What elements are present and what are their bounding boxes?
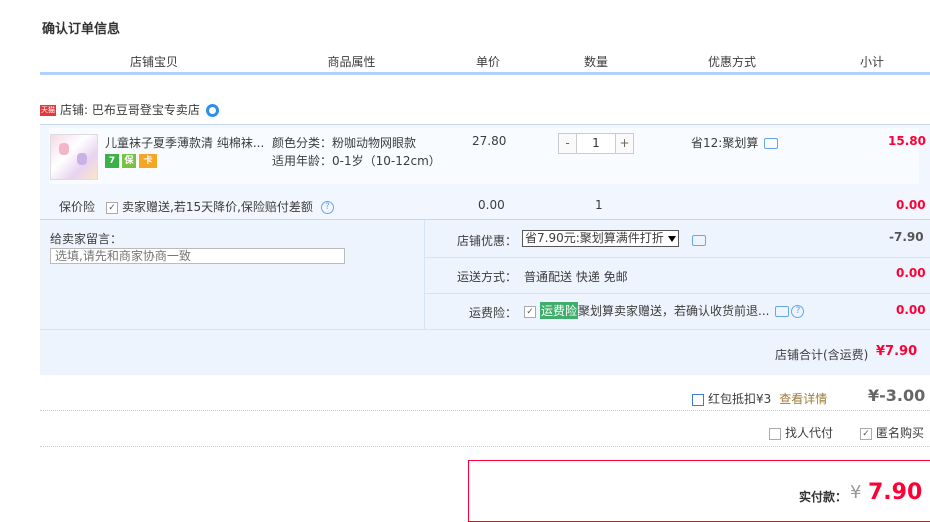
product-name[interactable]: 儿童袜子夏季薄款清 纯棉袜...	[105, 134, 264, 151]
hongbao-amount: ¥-3.00	[868, 386, 926, 405]
help-icon[interactable]: ?	[320, 201, 334, 214]
row-divider	[425, 257, 930, 258]
seven-day-return-icon: 7	[105, 153, 119, 168]
guarantee-icon: 保	[122, 153, 136, 168]
insurance-subtotal: 0.00	[896, 198, 926, 212]
divider	[40, 410, 930, 411]
insurance-label: 保价险	[59, 200, 96, 214]
page-title: 确认订单信息	[42, 22, 121, 37]
product-thumbnail[interactable]	[50, 134, 98, 180]
insurance-option: ✓ 卖家赠送,若15天降价,保险赔付差额?	[106, 198, 334, 215]
col-shop-item: 店铺宝贝	[40, 52, 269, 72]
help-icon[interactable]: ?	[791, 305, 805, 318]
dropdown-arrow-icon	[667, 235, 676, 242]
shipping-method: 普通配送 快递 免邮	[524, 270, 628, 284]
quantity-stepper: -1 +	[558, 133, 634, 154]
freight-insurance-option: ✓ 运费险聚划算卖家赠送，若确认收货前退...?	[524, 302, 805, 319]
unit-price: 27.80	[472, 134, 507, 148]
anonymous-option: ✓ 匿名购买	[860, 424, 924, 441]
panel-divider	[424, 220, 425, 330]
qty-input[interactable]: 1	[577, 133, 615, 154]
tmall-icon: 天猫	[40, 105, 56, 116]
product-attributes: 颜色分类：粉咖动物网眼款 适用年龄：0-1岁（10-12cm）	[272, 134, 441, 170]
hongbao-row: 红包抵扣¥3 查看详情	[692, 390, 827, 407]
message-label: 给卖家留言：	[50, 232, 123, 246]
freight-insurance-tag: 运费险	[540, 302, 579, 319]
divider	[40, 446, 930, 447]
message-input[interactable]	[50, 248, 345, 264]
header-divider	[40, 72, 930, 75]
shop-row: 天猫 店铺: 巴布豆哥登宝专卖店	[40, 100, 219, 120]
col-discount: 优惠方式	[651, 52, 814, 72]
insurance-qty: 1	[595, 198, 603, 212]
attr-color: 颜色分类：粉咖动物网眼款	[272, 136, 417, 150]
discount-label: 省12:聚划算	[691, 136, 759, 150]
shipping-amount: 0.00	[896, 266, 926, 280]
col-price: 单价	[435, 52, 542, 72]
payment-label: 实付款：	[799, 490, 848, 504]
shop-discount-selected: 省7.90元:聚划算满件打折	[525, 231, 664, 245]
shop-discount-select[interactable]: 省7.90元:聚划算满件打折	[522, 230, 679, 247]
freight-insurance-amount: 0.00	[896, 303, 926, 317]
insurance-checkbox[interactable]: ✓	[106, 201, 118, 214]
row-divider	[425, 293, 930, 294]
insurance-price: 0.00	[478, 198, 505, 212]
product-badges: 7保卡	[105, 153, 160, 168]
attr-age: 适用年龄：0-1岁（10-12cm）	[272, 154, 441, 168]
credit-card-icon: 卡	[139, 153, 157, 168]
hongbao-details-link[interactable]: 查看详情	[779, 392, 827, 406]
proxy-pay-checkbox[interactable]	[769, 427, 781, 440]
col-subtotal: 小计	[814, 52, 930, 72]
anonymous-label: 匿名购买	[876, 426, 925, 440]
currency-symbol: ¥	[850, 482, 862, 503]
col-quantity: 数量	[542, 52, 651, 72]
comment-icon[interactable]	[775, 306, 790, 317]
proxy-pay-option: 找人代付	[769, 424, 833, 441]
shop-total-amount: ¥7.90	[876, 344, 918, 359]
insurance-text: 卖家赠送,若15天降价,保险赔付差额	[122, 200, 313, 214]
comment-icon[interactable]	[764, 138, 779, 149]
shop-name[interactable]: 店铺: 巴布豆哥登宝专卖店	[60, 103, 200, 117]
freight-insurance-text: 聚划算卖家赠送，若确认收货前退...	[578, 304, 770, 318]
comment-icon[interactable]	[692, 235, 706, 246]
table-header: 店铺宝贝 商品属性 单价 数量 优惠方式 小计	[40, 52, 930, 72]
qty-plus-button[interactable]: +	[615, 133, 634, 154]
hongbao-label: 红包抵扣¥3	[708, 392, 772, 406]
shop-discount-label: 店铺优惠：	[457, 234, 518, 248]
shop-total-label: 店铺合计(含运费)	[775, 348, 869, 362]
qty-minus-button[interactable]: -	[558, 133, 577, 154]
anonymous-checkbox[interactable]: ✓	[860, 427, 872, 440]
col-attributes: 商品属性	[269, 52, 435, 72]
discount-method: 省12:聚划算	[691, 134, 779, 151]
wangwang-chat-icon[interactable]	[205, 104, 219, 117]
item-subtotal: 15.80	[888, 134, 926, 148]
shipping-label: 运送方式：	[457, 270, 518, 284]
freight-insurance-label: 运费险：	[469, 306, 518, 320]
payment-amount: 7.90	[868, 480, 923, 505]
hongbao-checkbox[interactable]	[692, 393, 704, 406]
row-divider	[40, 329, 930, 330]
proxy-pay-label: 找人代付	[785, 426, 834, 440]
shop-discount-amount: -7.90	[889, 230, 924, 244]
freight-insurance-checkbox[interactable]: ✓	[524, 305, 536, 318]
